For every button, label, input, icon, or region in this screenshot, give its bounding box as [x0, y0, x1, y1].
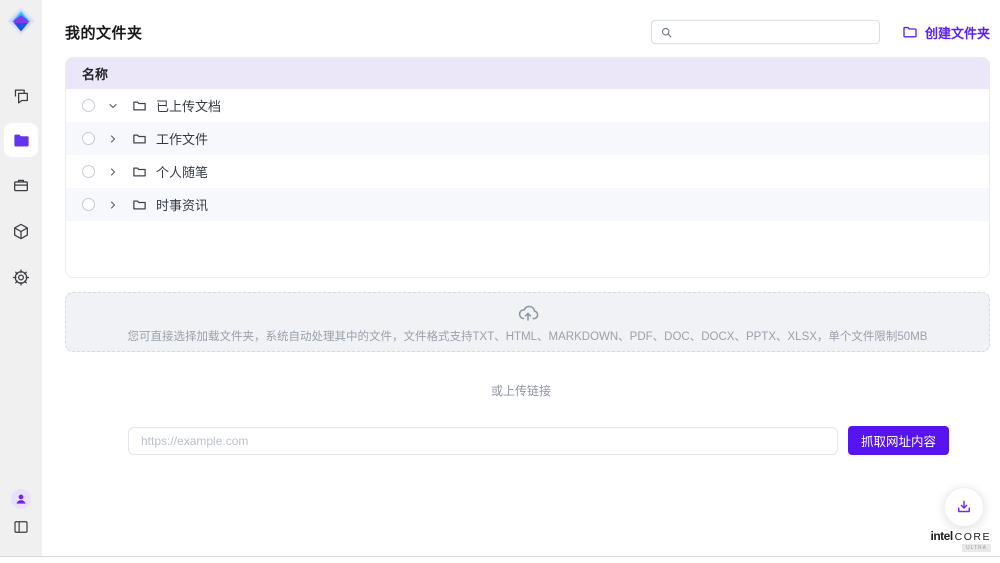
page-title: 我的文件夹: [65, 22, 143, 43]
cube-icon: [12, 222, 31, 241]
main-content: 我的文件夹 创建文件夹: [42, 0, 1000, 556]
sidebar-item-settings[interactable]: [12, 268, 31, 287]
folder-name: 工作文件: [156, 129, 208, 148]
download-fab-button[interactable]: [944, 487, 984, 527]
table-row[interactable]: 已上传文档: [66, 89, 989, 122]
upload-hint-text: 您可直接选择加载文件夹，系统自动处理其中的文件，文件格式支持TXT、HTML、M…: [128, 328, 928, 344]
or-upload-link-label: 或上传链接: [42, 382, 1000, 399]
folder-name: 个人随笔: [156, 162, 208, 181]
window-bottom-border: [0, 556, 1000, 557]
folder-outline-icon: [132, 98, 147, 113]
folder-outline-icon: [132, 197, 147, 212]
search-input[interactable]: [679, 25, 871, 39]
url-upload-row: 抓取网址内容: [128, 426, 1000, 455]
folder-name: 时事资讯: [156, 195, 208, 214]
user-avatar[interactable]: [11, 489, 31, 509]
person-icon: [14, 492, 28, 506]
intel-ultra-badge: ultra: [962, 544, 991, 552]
briefcase-icon: [12, 176, 31, 195]
chevron-right-icon[interactable]: [107, 199, 119, 211]
fetch-url-button[interactable]: 抓取网址内容: [848, 426, 949, 455]
row-checkbox[interactable]: [82, 165, 95, 178]
folder-table: 名称 已上传文档 工作文件: [65, 57, 990, 278]
intel-core-wordmark: intel core: [930, 529, 991, 543]
app-window: 我的文件夹 创建文件夹: [0, 0, 1000, 563]
column-name-header: 名称: [82, 64, 108, 83]
row-checkbox[interactable]: [82, 99, 95, 112]
sidebar-item-briefcase[interactable]: [12, 176, 31, 195]
create-folder-button[interactable]: 创建文件夹: [902, 23, 990, 42]
sidebar-item-chat[interactable]: [12, 87, 31, 106]
chevron-right-icon[interactable]: [107, 166, 119, 178]
download-tray-icon: [955, 498, 973, 516]
folder-outline-icon: [132, 164, 147, 179]
search-box[interactable]: [651, 20, 880, 44]
intel-core-logo: intel core ultra: [930, 529, 991, 552]
folder-icon: [12, 131, 31, 150]
sidebar-item-cube[interactable]: [12, 222, 31, 241]
diamond-logo-icon: [6, 6, 36, 36]
folder-outline-icon: [132, 131, 147, 146]
intel-word: intel: [930, 529, 952, 543]
app-logo[interactable]: [6, 6, 36, 36]
search-icon: [660, 26, 673, 39]
cloud-upload-icon: [516, 301, 540, 325]
chat-icon: [12, 87, 31, 106]
gear-icon: [12, 268, 31, 287]
row-checkbox[interactable]: [82, 198, 95, 211]
upload-dropzone[interactable]: 您可直接选择加载文件夹，系统自动处理其中的文件，文件格式支持TXT、HTML、M…: [65, 292, 990, 352]
table-row[interactable]: 个人随笔: [66, 155, 989, 188]
folder-name: 已上传文档: [156, 96, 221, 115]
url-input[interactable]: [128, 427, 838, 455]
sidebar: [0, 0, 42, 556]
panel-toggle-icon[interactable]: [12, 518, 30, 536]
sidebar-item-folders-active[interactable]: [4, 123, 38, 157]
table-row[interactable]: 时事资讯: [66, 188, 989, 221]
row-checkbox[interactable]: [82, 132, 95, 145]
chevron-right-icon[interactable]: [107, 133, 119, 145]
table-row[interactable]: 工作文件: [66, 122, 989, 155]
table-header-row: 名称: [66, 58, 989, 89]
create-folder-label: 创建文件夹: [925, 23, 990, 42]
core-word: core: [955, 531, 991, 543]
topbar: 我的文件夹 创建文件夹: [42, 0, 1000, 44]
create-folder-icon: [902, 24, 918, 40]
chevron-down-icon[interactable]: [107, 100, 119, 112]
